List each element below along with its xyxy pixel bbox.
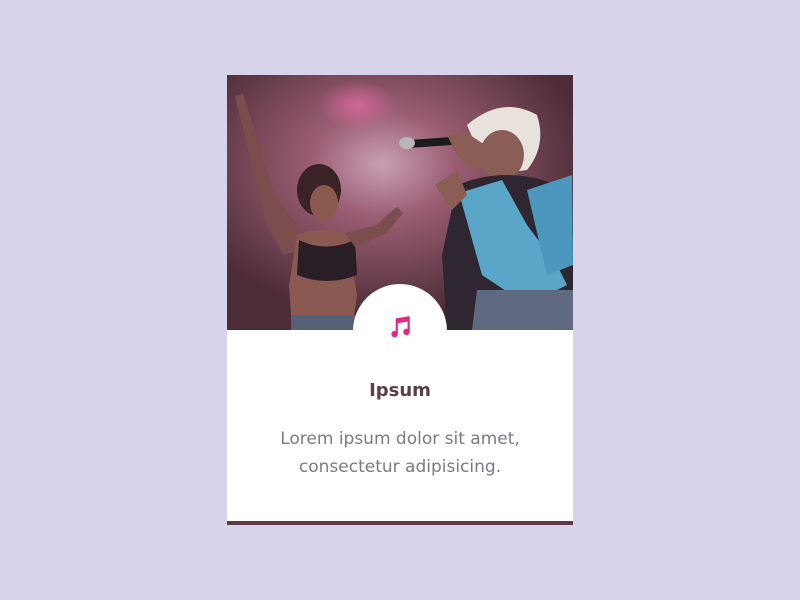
feature-card[interactable]: Ipsum Lorem ipsum dolor sit amet, consec… — [227, 75, 573, 525]
music-icon-badge — [353, 284, 447, 378]
music-note-icon — [391, 316, 410, 338]
card-title: Ipsum — [369, 380, 431, 401]
card-description: Lorem ipsum dolor sit amet, consectetur … — [280, 429, 520, 477]
